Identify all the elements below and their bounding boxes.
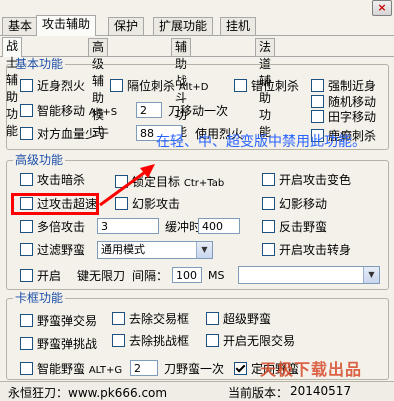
annotation-note: 在轻、中、超变版中禁用此功能。 bbox=[156, 134, 366, 150]
arrow-icon bbox=[99, 164, 155, 207]
tab-warrior-assist[interactable]: 战士辅助功能 bbox=[2, 37, 23, 138]
tab-attack-assist[interactable]: 攻击辅助 bbox=[36, 15, 97, 36]
